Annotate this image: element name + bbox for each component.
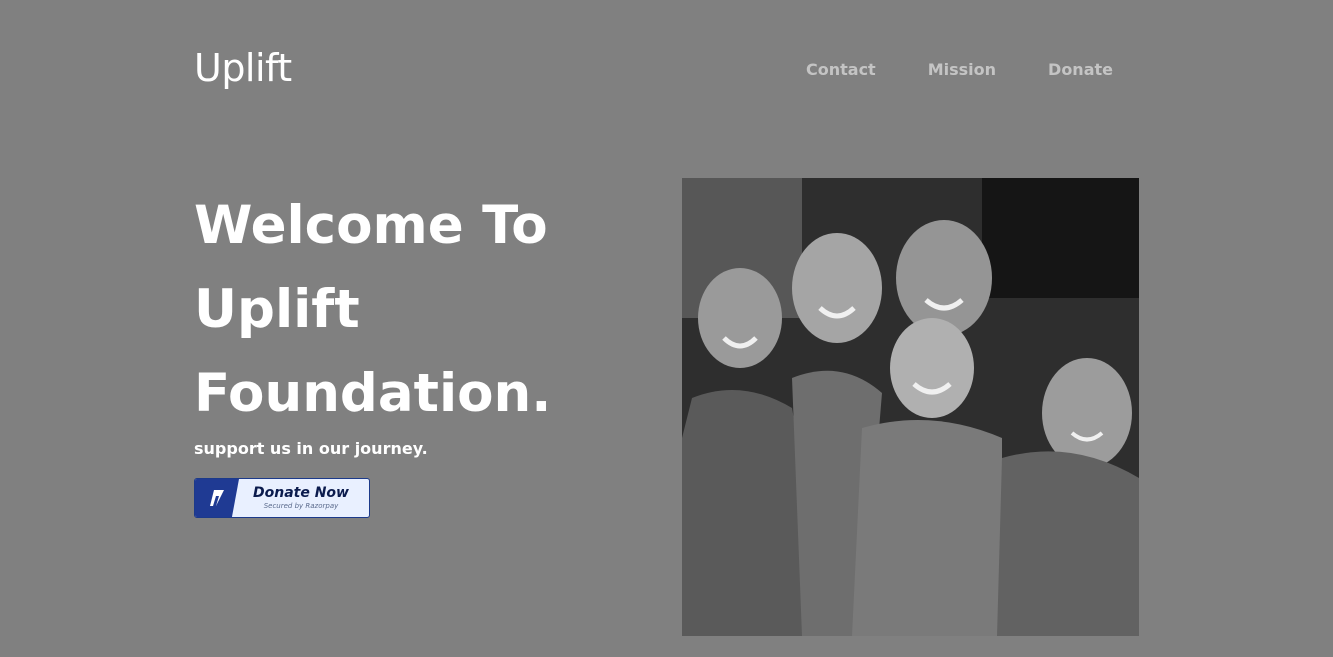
razorpay-logo-icon [195,479,239,517]
nav-link-donate[interactable]: Donate [1048,60,1113,79]
hero-title-line-3: Foundation. [194,363,552,424]
hero-photo-children [682,178,1139,636]
photo-placeholder-graphic [682,178,1139,636]
donate-button-sublabel: Secured by Razorpay [263,502,339,510]
donate-now-button[interactable]: Donate Now Secured by Razorpay [194,478,370,518]
brand-logo[interactable]: Uplift [194,46,292,90]
donate-button-label: Donate Now [253,485,349,501]
razorpay-logo-glyph [210,490,224,506]
main-nav: Contact Mission Donate [806,60,1113,79]
hero-tagline: support us in our journey. [194,439,428,458]
nav-link-mission[interactable]: Mission [928,60,996,79]
hero-title-line-2: Uplift [194,279,360,340]
donate-button-text: Donate Now Secured by Razorpay [239,479,369,517]
landing-page: Uplift Contact Mission Donate Welcome To… [0,0,1333,657]
hero-title: Welcome To Uplift Foundation. [194,184,634,436]
nav-link-contact[interactable]: Contact [806,60,876,79]
hero-title-line-1: Welcome To [194,195,548,256]
